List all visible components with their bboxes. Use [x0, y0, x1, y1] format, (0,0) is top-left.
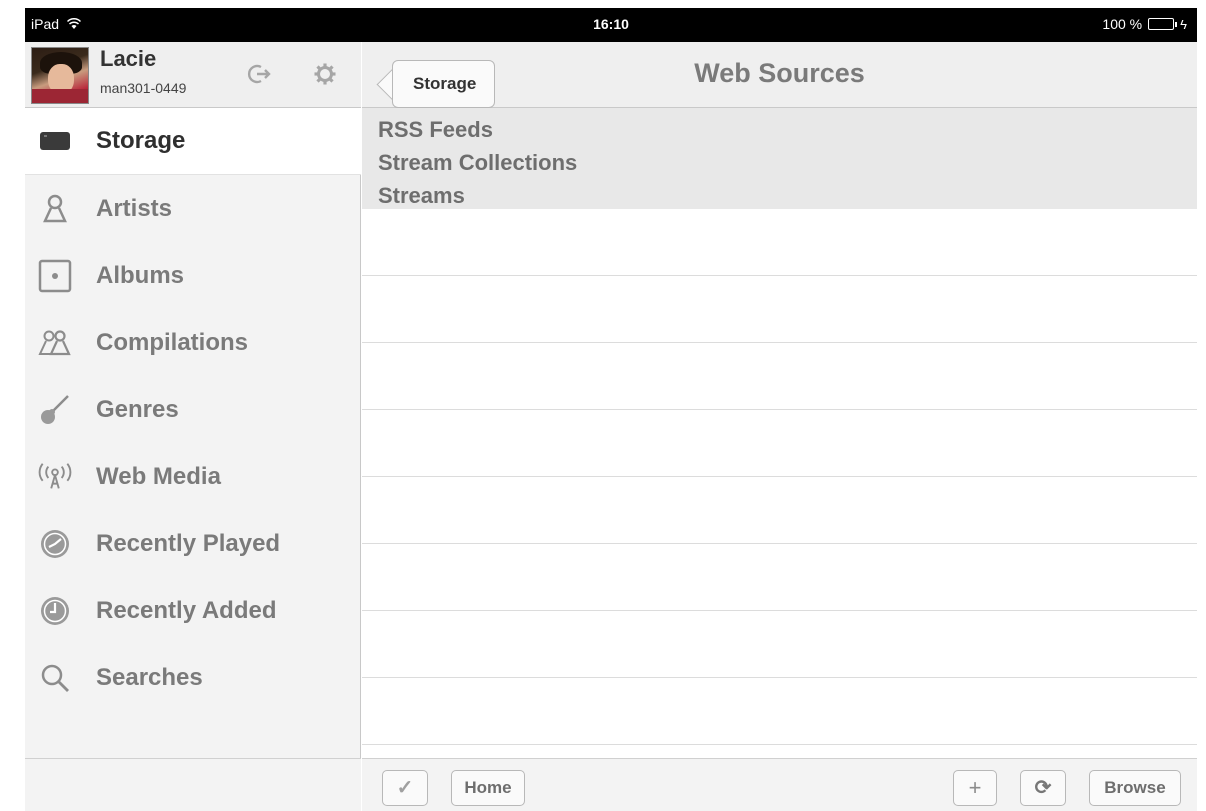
- sources-list: RSS Feeds Stream Collections Streams: [362, 108, 1197, 209]
- clock-added-icon: [37, 593, 73, 629]
- sidebar-footer: [25, 758, 361, 811]
- person-icon: [37, 191, 73, 227]
- people-icon: [37, 325, 73, 361]
- device-frame: iPad 16:10 100 % ϟ Lacie man301-0449 Sto…: [0, 0, 1206, 811]
- refresh-button[interactable]: ⟳: [1020, 770, 1066, 806]
- source-item-stream-collections[interactable]: Stream Collections: [378, 146, 1197, 179]
- sidebar-item-label: Compilations: [96, 328, 249, 356]
- sidebar-menu: Storage Artists Albums Compilations Genr…: [25, 108, 361, 711]
- screen: iPad 16:10 100 % ϟ Lacie man301-0449 Sto…: [25, 8, 1197, 811]
- source-item-rss-feeds[interactable]: RSS Feeds: [378, 113, 1197, 146]
- search-icon: [37, 660, 73, 696]
- sidebar: Lacie man301-0449 Storage Artists Albums…: [25, 42, 361, 811]
- list-item: [362, 477, 1197, 544]
- clock-played-icon: [37, 526, 73, 562]
- guitar-icon: [37, 392, 73, 428]
- storage-icon: [37, 123, 73, 159]
- sidebar-item-label: Recently Played: [96, 529, 281, 557]
- nav-bar: Storage Web Sources: [362, 42, 1197, 108]
- sidebar-item-compilations[interactable]: Compilations: [25, 309, 361, 376]
- sidebar-item-label: Web Media: [96, 462, 221, 490]
- charging-bolt-icon: ϟ: [1180, 16, 1187, 32]
- list-item: [362, 678, 1197, 745]
- sidebar-item-artists[interactable]: Artists: [25, 175, 361, 242]
- status-bar: iPad 16:10 100 % ϟ: [25, 8, 1197, 42]
- source-item-streams[interactable]: Streams: [378, 179, 1197, 212]
- bottom-toolbar: ✓ Home + ⟳ Browse: [362, 758, 1197, 811]
- browse-button[interactable]: Browse: [1089, 770, 1181, 806]
- list-item: [362, 611, 1197, 678]
- status-time: 16:10: [593, 16, 629, 32]
- profile-header: Lacie man301-0449: [25, 42, 361, 108]
- sidebar-item-label: Searches: [96, 663, 203, 691]
- home-button[interactable]: Home: [451, 770, 525, 806]
- sidebar-item-label: Storage: [96, 127, 186, 154]
- add-button[interactable]: +: [953, 770, 997, 806]
- sidebar-item-albums[interactable]: Albums: [25, 242, 361, 309]
- list-item: [362, 276, 1197, 343]
- avatar[interactable]: [31, 47, 89, 104]
- list-item: [362, 343, 1197, 410]
- list-item: [362, 544, 1197, 611]
- sidebar-item-web-media[interactable]: Web Media: [25, 443, 361, 510]
- sidebar-item-searches[interactable]: Searches: [25, 644, 361, 711]
- sidebar-item-genres[interactable]: Genres: [25, 376, 361, 443]
- status-right: 100 % ϟ: [1102, 16, 1187, 32]
- battery-icon: [1148, 18, 1178, 30]
- sidebar-item-label: Albums: [96, 261, 185, 289]
- sidebar-item-label: Recently Added: [96, 596, 277, 624]
- gear-icon[interactable]: [313, 62, 337, 86]
- sidebar-item-label: Genres: [96, 395, 179, 423]
- sidebar-item-recently-added[interactable]: Recently Added: [25, 577, 361, 644]
- list-item: [362, 209, 1197, 276]
- broadcast-icon: [37, 459, 73, 495]
- content-rows: [362, 209, 1197, 745]
- logout-icon[interactable]: [247, 62, 271, 86]
- back-button[interactable]: Storage: [392, 60, 496, 108]
- sidebar-item-recently-played[interactable]: Recently Played: [25, 510, 361, 577]
- album-icon: [37, 258, 73, 294]
- battery-percent: 100 %: [1102, 16, 1143, 32]
- profile-name: Lacie: [100, 46, 157, 71]
- main-panel: Storage Web Sources RSS Feeds Stream Col…: [362, 42, 1197, 811]
- select-check-button[interactable]: ✓: [382, 770, 428, 806]
- list-item: [362, 410, 1197, 477]
- profile-id: man301-0449: [100, 80, 187, 96]
- sidebar-item-storage[interactable]: Storage: [25, 108, 361, 175]
- sidebar-item-label: Artists: [96, 194, 173, 222]
